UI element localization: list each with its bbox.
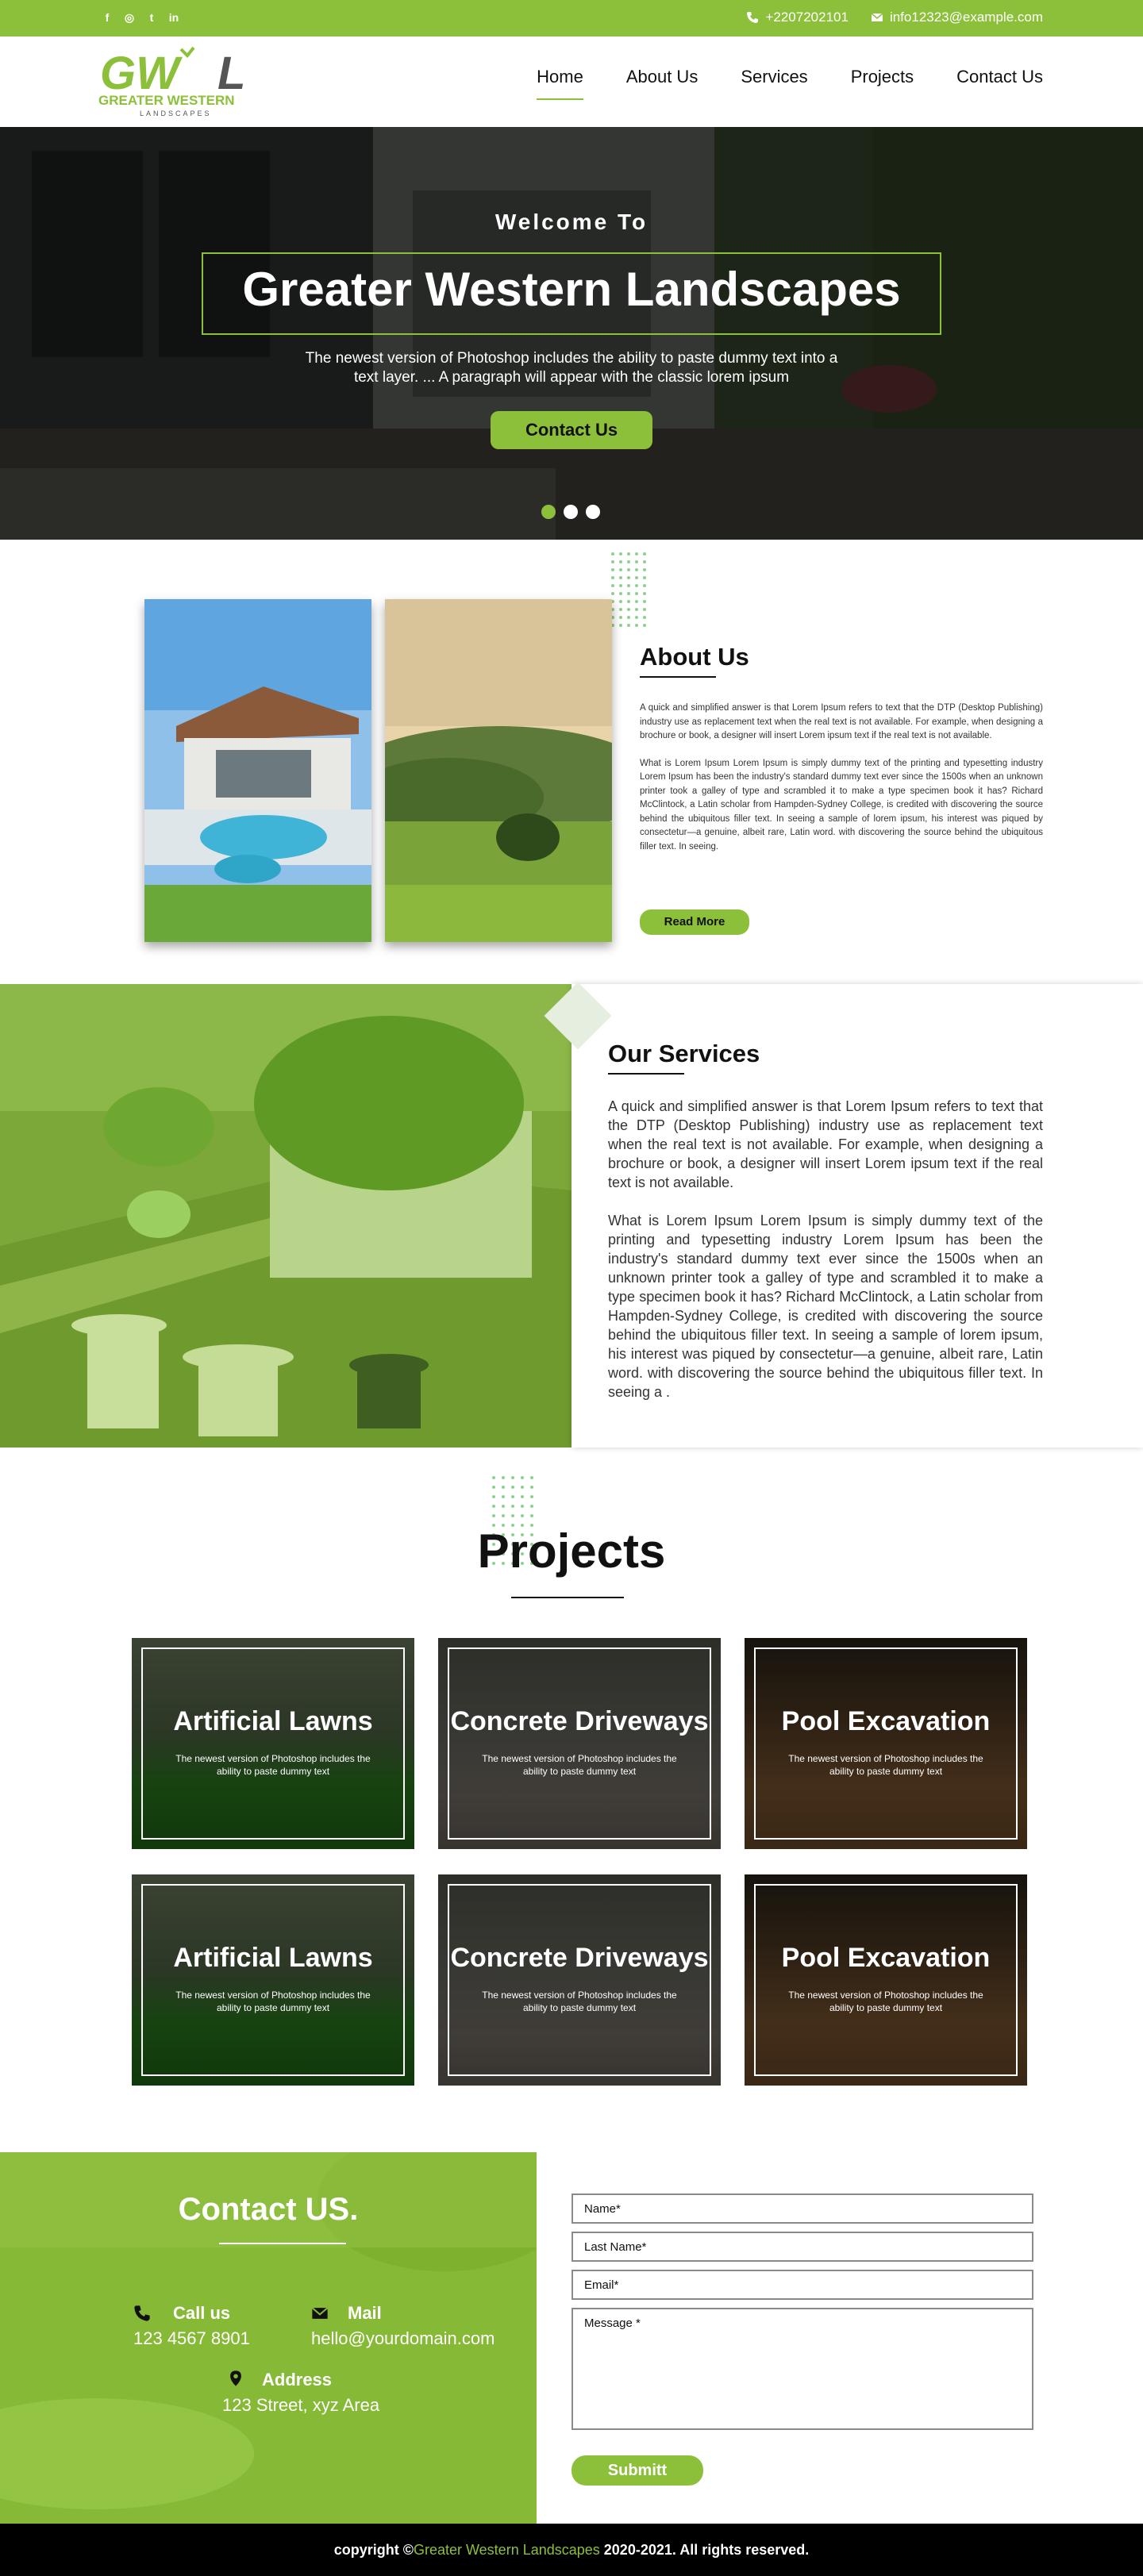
footer-suffix: 2020-2021. All rights reserved.	[599, 2542, 810, 2558]
top-email-text: info12323@example.com	[889, 10, 1043, 25]
last-name-field[interactable]: Last Name*	[572, 2232, 1033, 2262]
about-pool-house-image	[144, 599, 371, 942]
project-card-title: Pool Excavation	[781, 1943, 991, 1973]
services-title: Our Services	[608, 1040, 760, 1067]
project-card[interactable]: Pool Excavation The newest version of Ph…	[745, 1638, 1027, 1849]
services-paragraph-1: A quick and simplified answer is that Lo…	[608, 1098, 1043, 1190]
about-paragraph-1: A quick and simplified answer is that Lo…	[640, 703, 1043, 740]
projects-title-underline	[511, 1597, 624, 1598]
about-landscape-image	[385, 599, 612, 942]
project-card-text: The newest version of Photoshop includes…	[482, 1990, 677, 2013]
project-card-title: Artificial Lawns	[173, 1943, 373, 1973]
address-value: 123 Street, xyz Area	[222, 2395, 380, 2415]
instagram-icon[interactable]: ◎	[122, 10, 137, 25]
facebook-icon[interactable]: f	[100, 10, 114, 25]
hero-welcome: Welcome To	[495, 210, 648, 234]
project-card-text: The newest version of Photoshop includes…	[788, 1753, 983, 1777]
email-field[interactable]: Email*	[572, 2270, 1033, 2300]
about-body: A quick and simplified answer is that Lo…	[640, 702, 1043, 867]
card-frame	[754, 1884, 1018, 2076]
project-card-text: The newest version of Photoshop includes…	[788, 1990, 983, 2013]
footer-brand-link[interactable]: Greater Western Landscapes	[414, 2542, 600, 2558]
project-card-text: The newest version of Photoshop includes…	[175, 1753, 371, 1777]
project-card[interactable]: Concrete Driveways The newest version of…	[438, 1874, 721, 2086]
project-card-title: Artificial Lawns	[173, 1706, 373, 1736]
social-links: f ◎ t in	[100, 10, 181, 25]
carousel-dot-1[interactable]	[541, 505, 556, 519]
card-frame	[754, 1647, 1018, 1840]
mail-icon	[311, 2307, 329, 2319]
card-frame	[448, 1884, 711, 2076]
phone-icon	[747, 12, 759, 23]
about-paragraph-2: What is Lorem Ipsum Lorem Ipsum is simpl…	[640, 758, 1043, 852]
call-label: Call us	[173, 2303, 231, 2323]
services-body: A quick and simplified answer is that Lo…	[608, 1097, 1043, 1421]
project-card-text: The newest version of Photoshop includes…	[482, 1753, 677, 1777]
nav-about-us[interactable]: About Us	[626, 67, 698, 100]
nav-services[interactable]: Services	[741, 67, 807, 100]
address-label: Address	[262, 2370, 333, 2390]
projects-title: Projects	[477, 1524, 666, 1578]
top-contact: +2207202101 info12323@example.com	[746, 10, 1043, 25]
project-card[interactable]: Artificial Lawns The newest version of P…	[132, 1874, 414, 2086]
contact-title-underline	[219, 2243, 346, 2244]
project-card-title: Pool Excavation	[781, 1706, 991, 1736]
card-frame	[141, 1647, 405, 1840]
mail-icon	[871, 13, 883, 21]
carousel-dot-2[interactable]	[564, 505, 578, 519]
phone-icon	[134, 2305, 150, 2321]
twitter-icon[interactable]: t	[144, 10, 159, 25]
card-frame	[141, 1884, 405, 2076]
footer-prefix: copyright ©	[333, 2542, 414, 2558]
about-dot-pattern	[611, 552, 646, 627]
about-title: About Us	[640, 643, 749, 671]
svg-text:GW: GW	[100, 48, 183, 99]
project-card-title: Concrete Driveways	[450, 1706, 709, 1736]
svg-text:GREATER WESTERN: GREATER WESTERN	[98, 93, 235, 108]
nav-home[interactable]: Home	[537, 67, 583, 100]
project-card[interactable]: Pool Excavation The newest version of Ph…	[745, 1874, 1027, 2086]
carousel-dot-3[interactable]	[586, 505, 600, 519]
mail-value[interactable]: hello@yourdomain.com	[311, 2328, 495, 2349]
site-logo[interactable]: GW L GREATER WESTERN LANDSCAPES	[98, 44, 271, 121]
project-card[interactable]: Concrete Driveways The newest version of…	[438, 1638, 721, 1849]
footer: copyright ©Greater Western Landscapes 20…	[0, 2524, 1143, 2576]
page: f ◎ t in +2207202101 info12323@example.c…	[0, 0, 1143, 2576]
hero-subtitle: The newest version of Photoshop includes…	[305, 350, 838, 386]
call-value[interactable]: 123 4567 8901	[133, 2328, 250, 2349]
svg-text:L: L	[217, 48, 245, 99]
hero-contact-button[interactable]: Contact Us	[491, 411, 652, 449]
project-card[interactable]: Artificial Lawns The newest version of P…	[132, 1638, 414, 1849]
about-title-underline	[640, 676, 716, 678]
navbar: GW L GREATER WESTERN LANDSCAPES Home Abo…	[0, 37, 1143, 127]
linkedin-icon[interactable]: in	[167, 10, 181, 25]
top-email[interactable]: info12323@example.com	[871, 10, 1043, 25]
read-more-button[interactable]: Read More	[640, 909, 749, 935]
project-card-title: Concrete Driveways	[450, 1943, 709, 1973]
card-frame	[448, 1647, 711, 1840]
top-phone-text: +2207202101	[765, 10, 849, 25]
top-phone[interactable]: +2207202101	[746, 10, 849, 25]
svg-text:LANDSCAPES: LANDSCAPES	[140, 110, 212, 117]
message-field[interactable]: Message *	[572, 2308, 1033, 2430]
hero-title: Greater Western Landscapes	[242, 263, 901, 316]
services-patio-image	[0, 984, 572, 1448]
carousel-dots	[541, 505, 600, 519]
location-pin-icon	[230, 2370, 241, 2386]
top-bar: f ◎ t in +2207202101 info12323@example.c…	[0, 0, 1143, 37]
nav-contact-us[interactable]: Contact Us	[956, 67, 1043, 100]
mail-label: Mail	[348, 2303, 382, 2323]
services-title-underline	[608, 1073, 684, 1075]
project-card-text: The newest version of Photoshop includes…	[175, 1990, 371, 2013]
name-field[interactable]: Name*	[572, 2193, 1033, 2224]
contact-title: Contact US.	[178, 2192, 359, 2227]
services-paragraph-2: What is Lorem Ipsum Lorem Ipsum is simpl…	[608, 1213, 1043, 1400]
main-nav: Home About Us Services Projects Contact …	[537, 67, 1043, 100]
nav-projects[interactable]: Projects	[851, 67, 914, 100]
submit-button[interactable]: Submitt	[572, 2455, 703, 2486]
